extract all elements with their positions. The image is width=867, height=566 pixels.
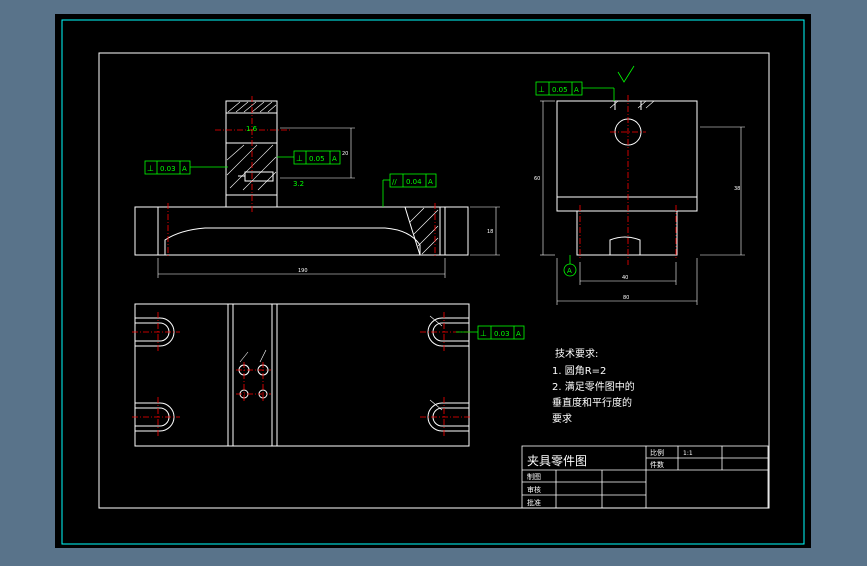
tol-front-mid-symbol: ⊥ [296, 154, 303, 163]
title-block-title: 夹具零件图 [527, 454, 587, 468]
tol-front-top-value: 0.04 [406, 178, 422, 186]
notes-line3: 垂直度和平行度的 [552, 396, 632, 409]
dim-front-width: 190 [298, 268, 308, 274]
dim-side-inner: 40 [622, 275, 628, 281]
title-block-approved-label: 批准 [527, 498, 541, 507]
title-block-count-label: 件数 [650, 460, 664, 469]
tol-front-mid-value: 0.05 [309, 155, 325, 163]
title-block-ratio-value: 1:1 [683, 450, 693, 457]
tol-front-left-datum: A [182, 165, 187, 173]
dim-side-width: 80 [623, 295, 629, 301]
roughness-2: 3.2 [293, 180, 304, 188]
title-block-drawn-label: 制图 [527, 472, 541, 481]
dim-side-height2: 38 [734, 186, 740, 192]
datum-a-label: A [567, 267, 572, 275]
tol-front-mid-datum: A [332, 155, 337, 163]
cad-viewport: 190 18 20 1.6 3.2 ⊥ 0.03 A ⊥ 0.05 A // 0… [0, 0, 867, 562]
tol-front-left-symbol: ⊥ [147, 164, 154, 173]
tol-front-top-datum: A [428, 178, 433, 186]
title-block-checked-label: 审核 [527, 485, 541, 494]
notes-line4: 要求 [552, 413, 572, 425]
tol-plan-right-value: 0.03 [494, 330, 510, 338]
tol-front-left-value: 0.03 [160, 165, 176, 173]
tol-front-top-symbol: // [392, 178, 397, 186]
dim-side-height: 60 [534, 176, 540, 182]
title-block-ratio-label: 比例 [650, 448, 664, 457]
paper [55, 14, 811, 548]
dim-front-height: 18 [487, 229, 493, 235]
tol-side-top-value: 0.05 [552, 86, 568, 94]
drawing-canvas: 190 18 20 1.6 3.2 ⊥ 0.03 A ⊥ 0.05 A // 0… [55, 14, 811, 548]
tol-side-top-datum: A [574, 86, 579, 94]
dim-boss-height: 20 [342, 151, 348, 157]
notes-heading: 技术要求: [555, 347, 598, 360]
tol-plan-right-datum: A [516, 330, 521, 338]
roughness-1: 1.6 [246, 125, 258, 133]
notes-line1: 1. 圆角R=2 [552, 365, 606, 377]
tol-plan-right-symbol: ⊥ [480, 329, 487, 338]
notes-line2: 2. 满足零件图中的 [552, 380, 635, 393]
tol-side-top-symbol: ⊥ [538, 85, 545, 94]
